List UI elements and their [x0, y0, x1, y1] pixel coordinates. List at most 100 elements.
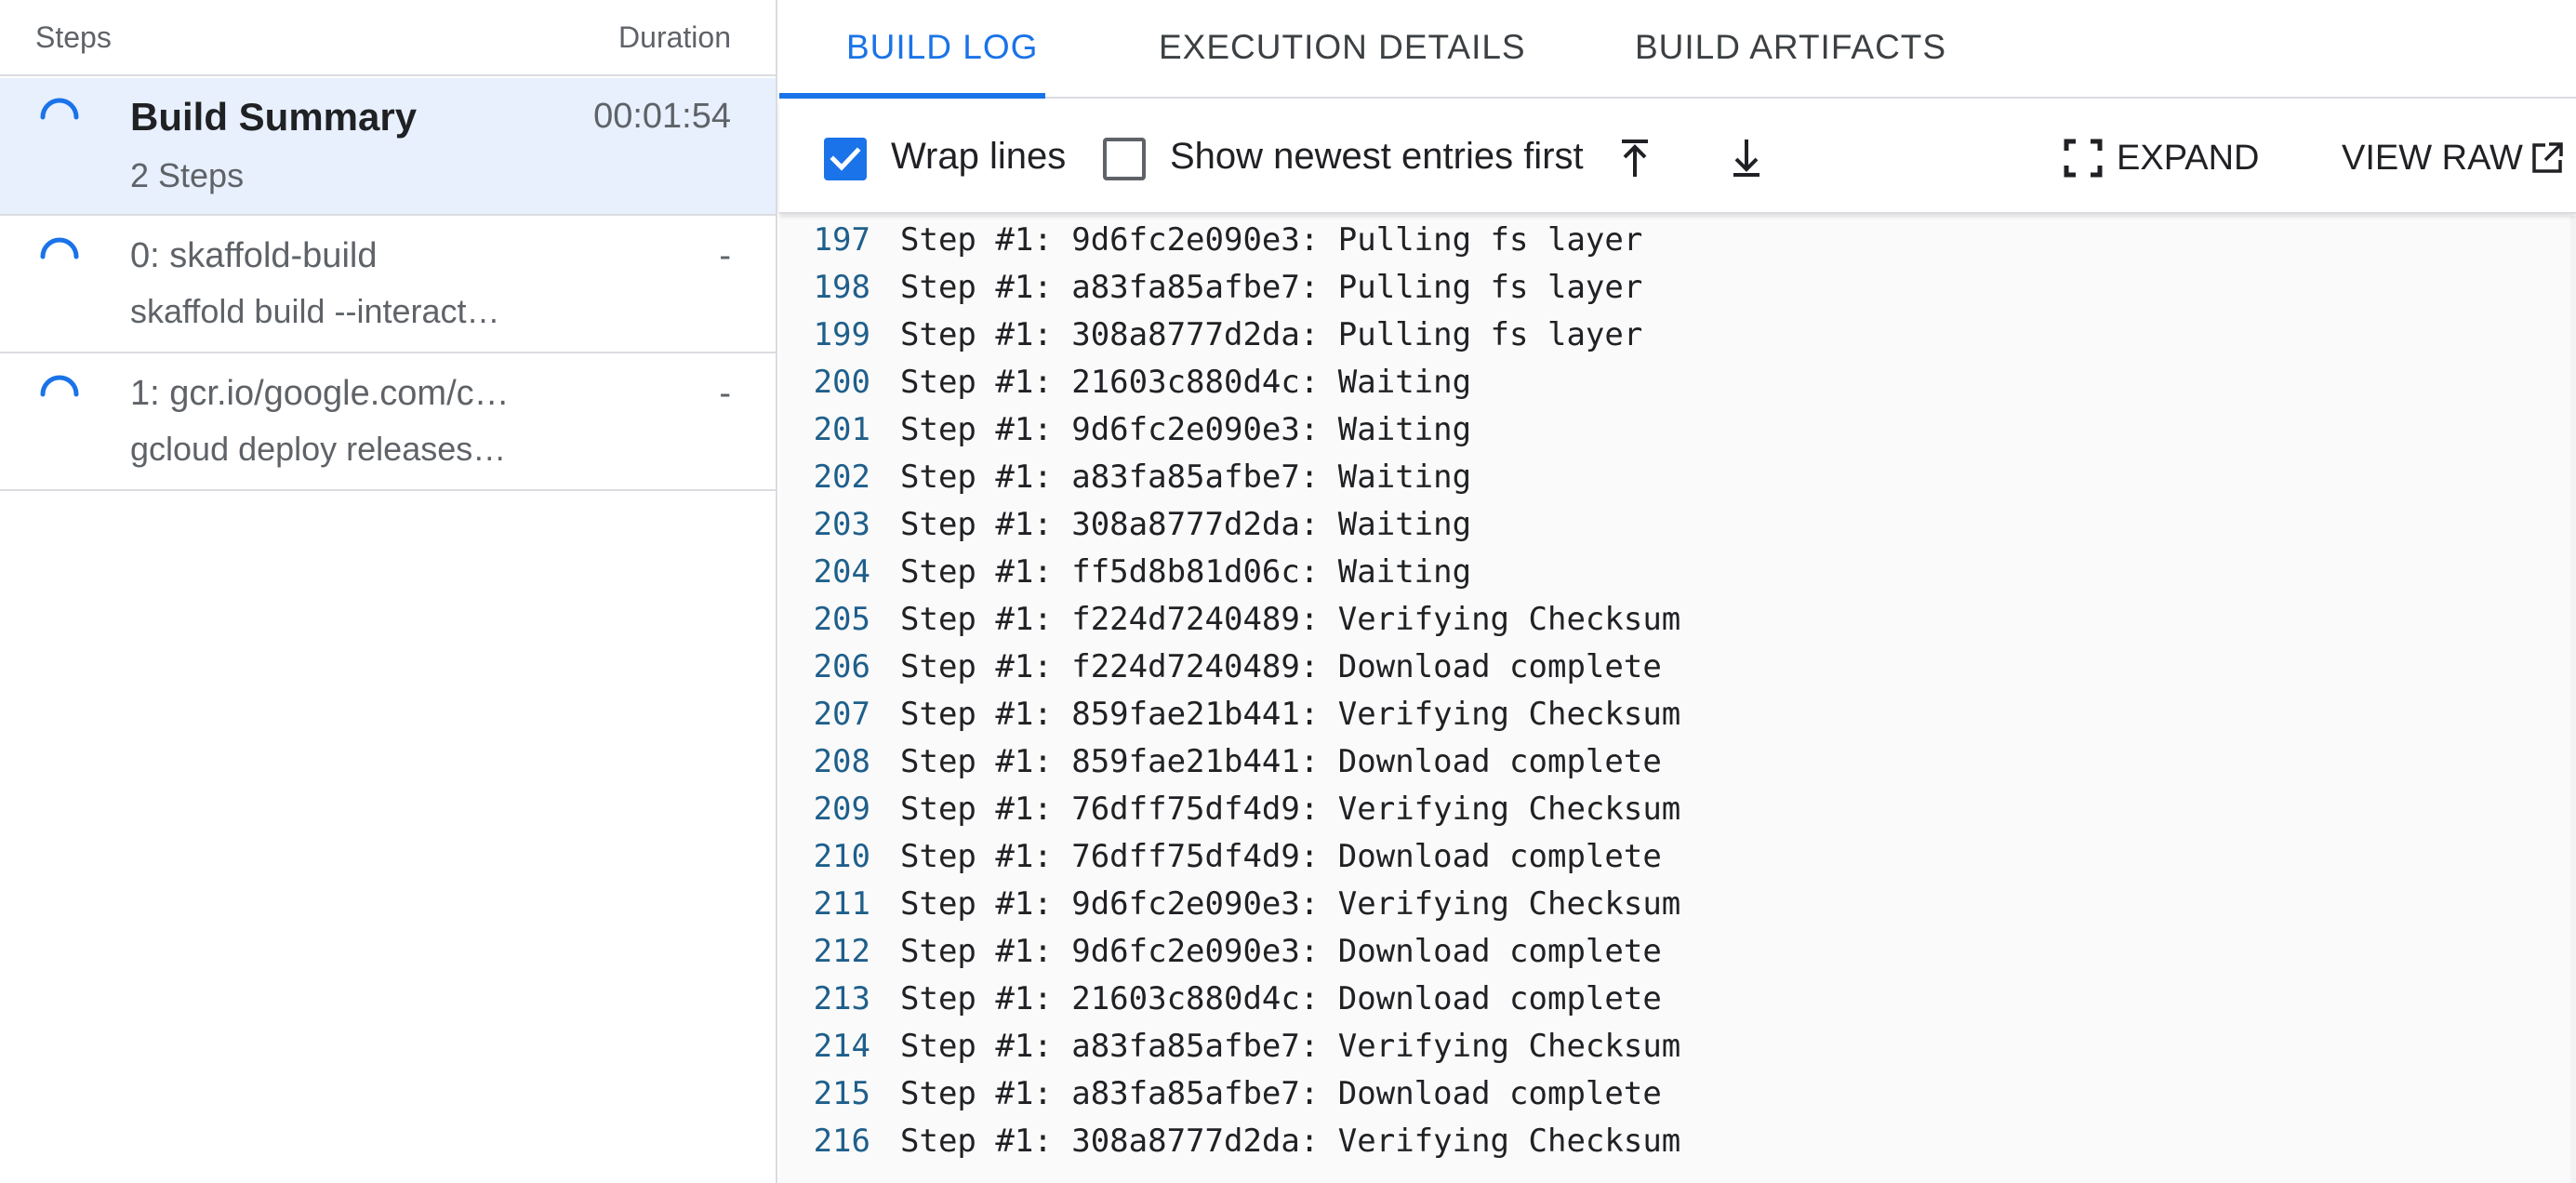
line-number: 204	[813, 553, 870, 591]
scroll-to-bottom-icon[interactable]	[1720, 132, 1773, 184]
step-duration: 00:01:54	[593, 97, 731, 136]
line-number: 203	[813, 506, 870, 543]
line-number: 209	[813, 791, 870, 828]
view-raw-label: VIEW RAW	[2342, 138, 2523, 178]
line-number: 216	[813, 1123, 870, 1160]
tab-build-artifacts[interactable]: BUILD ARTIFACTS	[1635, 28, 1946, 67]
step-row-skaffold-build[interactable]: 0: skaffold-build skaffold build --inter…	[0, 218, 776, 353]
line-number: 208	[813, 743, 870, 780]
log-line: 204 Step #1: ff5d8b81d06c: Waiting	[779, 553, 2546, 601]
newest-first-checkbox[interactable]	[1103, 138, 1146, 180]
scroll-to-top-icon[interactable]	[1609, 132, 1661, 184]
log-line: 199 Step #1: 308a8777d2da: Pulling fs lay…	[779, 316, 2546, 364]
step-subtitle: skaffold build --interact…	[130, 292, 500, 330]
line-text: Step #1: 859fae21b441: Verifying Checksu…	[900, 696, 1681, 733]
duration-column-header: Duration	[618, 20, 731, 54]
step-subtitle: gcloud deploy releases…	[130, 430, 507, 468]
line-text: Step #1: a83fa85afbe7: Pulling fs layer	[900, 269, 1643, 306]
step-title: Build Summary	[130, 95, 418, 139]
line-number: 207	[813, 696, 870, 733]
view-raw-button[interactable]: VIEW RAW	[2342, 134, 2566, 182]
line-text: Step #1: 9d6fc2e090e3: Pulling fs layer	[900, 221, 1643, 259]
line-text: Step #1: 859fae21b441: Download complete	[900, 743, 1662, 780]
line-number: 200	[813, 364, 870, 401]
log-scrollbar[interactable]	[2570, 216, 2576, 1183]
line-number: 201	[813, 411, 870, 448]
fullscreen-icon	[2064, 139, 2103, 178]
log-toolbar: Wrap lines Show newest entries first EXP…	[779, 100, 2576, 214]
line-text: Step #1: 308a8777d2da: Verifying Checksu…	[900, 1123, 1681, 1160]
log-line: 212 Step #1: 9d6fc2e090e3: Download compl…	[779, 933, 2546, 980]
line-text: Step #1: a83fa85afbe7: Waiting	[900, 459, 1472, 496]
line-text: Step #1: ff5d8b81d06c: Waiting	[900, 553, 1472, 591]
line-number: 215	[813, 1075, 870, 1112]
line-text: Step #1: f224d7240489: Download complete	[900, 648, 1662, 685]
log-line: 216 Step #1: 308a8777d2da: Verifying Chec…	[779, 1123, 2546, 1170]
log-line: 205 Step #1: f224d7240489: Verifying Chec…	[779, 601, 2546, 648]
log-line: 198 Step #1: a83fa85afbe7: Pulling fs lay…	[779, 269, 2546, 316]
line-text: Step #1: 21603c880d4c: Download complete	[900, 980, 1662, 1017]
steps-column-header: Steps	[35, 20, 112, 54]
step-duration: -	[719, 374, 731, 413]
log-line: 207 Step #1: 859fae21b441: Verifying Chec…	[779, 696, 2546, 743]
loading-spinner-icon	[40, 98, 79, 120]
step-subtitle: 2 Steps	[130, 156, 245, 194]
line-number: 212	[813, 933, 870, 970]
line-number: 205	[813, 601, 870, 638]
log-line: 211 Step #1: 9d6fc2e090e3: Verifying Chec…	[779, 885, 2546, 933]
loading-spinner-icon	[40, 375, 79, 397]
loading-spinner-icon	[40, 237, 79, 259]
checkmark-icon	[830, 147, 861, 171]
tab-build-log[interactable]: BUILD LOG	[846, 28, 1038, 67]
line-number: 211	[813, 885, 870, 923]
log-line: 203 Step #1: 308a8777d2da: Waiting	[779, 506, 2546, 553]
line-text: Step #1: 9d6fc2e090e3: Waiting	[900, 411, 1472, 448]
line-number: 202	[813, 459, 870, 496]
wrap-lines-label: Wrap lines	[891, 136, 1067, 177]
log-output[interactable]: 197 Step #1: 9d6fc2e090e3: Pulling fs lay…	[779, 216, 2576, 1183]
step-title: 1: gcr.io/google.com/c…	[130, 374, 510, 413]
log-line: 201 Step #1: 9d6fc2e090e3: Waiting	[779, 411, 2546, 459]
line-number: 199	[813, 316, 870, 353]
line-text: Step #1: 76dff75df4d9: Verifying Checksu…	[900, 791, 1681, 828]
line-text: Step #1: a83fa85afbe7: Verifying Checksu…	[900, 1028, 1681, 1065]
log-line: 213 Step #1: 21603c880d4c: Download compl…	[779, 980, 2546, 1028]
line-text: Step #1: 308a8777d2da: Pulling fs layer	[900, 316, 1643, 353]
log-line: 214 Step #1: a83fa85afbe7: Verifying Chec…	[779, 1028, 2546, 1075]
line-text: Step #1: a83fa85afbe7: Download complete	[900, 1075, 1662, 1112]
log-line: 215 Step #1: a83fa85afbe7: Download compl…	[779, 1075, 2546, 1123]
line-number: 206	[813, 648, 870, 685]
newest-first-label: Show newest entries first	[1170, 136, 1584, 177]
line-text: Step #1: 9d6fc2e090e3: Verifying Checksu…	[900, 885, 1681, 923]
tab-bar: BUILD LOG EXECUTION DETAILS BUILD ARTIFA…	[779, 0, 2576, 99]
log-line: 210 Step #1: 76dff75df4d9: Download compl…	[779, 838, 2546, 885]
steps-panel: Steps Duration Build Summary 2 Steps 00:…	[0, 0, 777, 1183]
log-line: 197 Step #1: 9d6fc2e090e3: Pulling fs lay…	[779, 221, 2546, 269]
line-number: 197	[813, 221, 870, 259]
step-title: 0: skaffold-build	[130, 236, 378, 275]
step-row-gcloud-deploy[interactable]: 1: gcr.io/google.com/c… gcloud deploy re…	[0, 355, 776, 491]
log-line: 208 Step #1: 859fae21b441: Download compl…	[779, 743, 2546, 791]
wrap-lines-checkbox[interactable]	[824, 138, 867, 180]
line-number: 213	[813, 980, 870, 1017]
expand-button[interactable]: EXPAND	[2061, 134, 2259, 182]
step-duration: -	[719, 236, 731, 275]
step-row-build-summary[interactable]: Build Summary 2 Steps 00:01:54	[0, 78, 776, 216]
log-line: 202 Step #1: a83fa85afbe7: Waiting	[779, 459, 2546, 506]
line-number: 198	[813, 269, 870, 306]
log-line: 206 Step #1: f224d7240489: Download compl…	[779, 648, 2546, 696]
active-tab-indicator	[779, 93, 1045, 99]
log-line: 200 Step #1: 21603c880d4c: Waiting	[779, 364, 2546, 411]
expand-label: EXPAND	[2117, 138, 2260, 178]
open-in-new-icon	[2532, 142, 2563, 173]
line-text: Step #1: 9d6fc2e090e3: Download complete	[900, 933, 1662, 970]
line-number: 214	[813, 1028, 870, 1065]
line-text: Step #1: f224d7240489: Verifying Checksu…	[900, 601, 1681, 638]
line-text: Step #1: 76dff75df4d9: Download complete	[900, 838, 1662, 875]
log-panel: BUILD LOG EXECUTION DETAILS BUILD ARTIFA…	[779, 0, 2576, 1183]
log-line: 209 Step #1: 76dff75df4d9: Verifying Chec…	[779, 791, 2546, 838]
tab-execution-details[interactable]: EXECUTION DETAILS	[1159, 28, 1526, 67]
line-number: 210	[813, 838, 870, 875]
cloud-build-page: Steps Duration Build Summary 2 Steps 00:…	[0, 0, 2576, 1183]
line-text: Step #1: 21603c880d4c: Waiting	[900, 364, 1472, 401]
